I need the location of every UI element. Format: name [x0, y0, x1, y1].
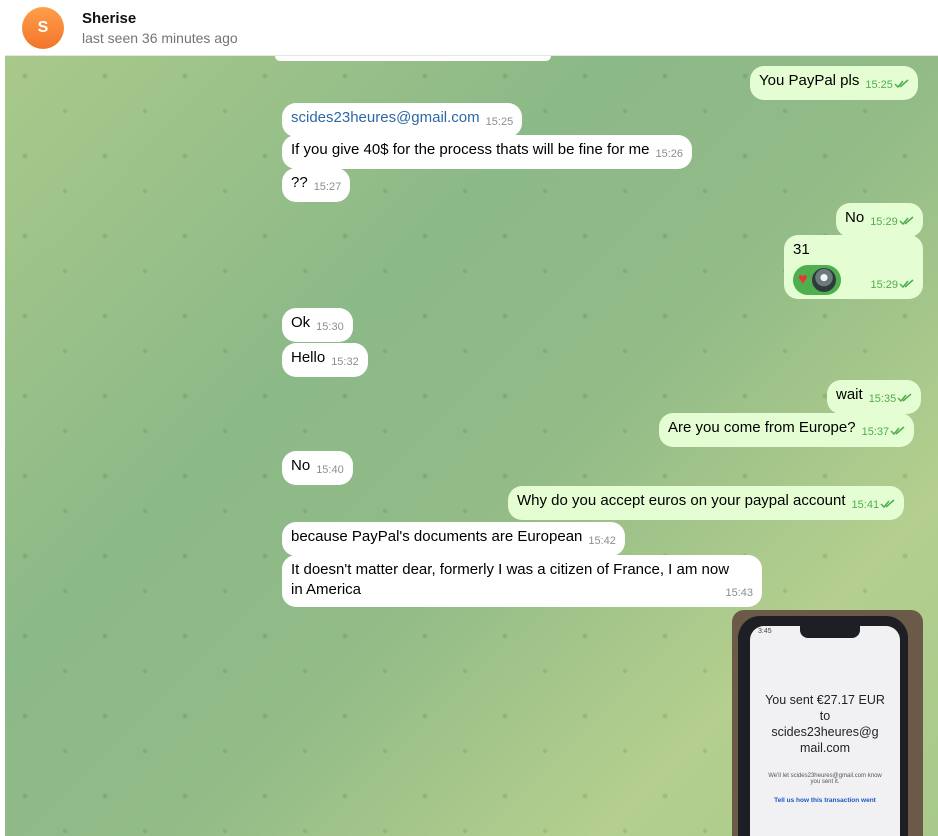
message-time: 15:30: [316, 321, 344, 333]
read-receipt-icon: [899, 216, 914, 226]
heart-reaction-icon[interactable]: ♥: [798, 271, 808, 289]
phone-screen: 3:45 You sent €27.17 EUR to scides23heur…: [750, 626, 900, 836]
read-receipt-icon: [899, 279, 914, 289]
message-bubble[interactable]: wait 15:35: [827, 380, 922, 414]
message-bubble[interactable]: ?? 15:27: [282, 168, 351, 202]
message-time: 15:35: [869, 393, 913, 405]
message-bubble[interactable]: No 15:29: [836, 203, 923, 237]
last-seen-status: last seen 36 minutes ago: [82, 30, 238, 46]
message-bubble[interactable]: Are you come from Europe? 15:37: [659, 413, 915, 447]
message-bubble[interactable]: No 15:40: [282, 451, 353, 485]
message-text: wait: [836, 386, 863, 403]
payment-confirmation-text: You sent €27.17 EUR to scides23heures@g …: [765, 693, 885, 755]
message-bubble[interactable]: If you give 40$ for the process thats wi…: [282, 135, 693, 169]
message-text: No: [291, 457, 311, 474]
message-time: 15:42: [588, 535, 616, 547]
message-time: 15:27: [313, 181, 342, 193]
message-text: It doesn't matter dear, formerly I was a…: [291, 561, 730, 598]
message-bubble[interactable]: because PayPal's documents are European 1…: [282, 522, 625, 556]
message-time: 15:32: [331, 356, 359, 368]
message-bubble[interactable]: You PayPal pls 15:25: [750, 66, 918, 100]
message-text: 31: [793, 241, 810, 258]
message-bubble[interactable]: scides23heures@gmail.com 15:25: [282, 103, 523, 137]
message-time: 15:43: [725, 587, 753, 599]
message-bubble[interactable]: Hello 15:32: [282, 343, 368, 377]
avatar[interactable]: S: [22, 7, 64, 49]
message-time: 15:26: [655, 148, 684, 160]
email-link[interactable]: scides23heures@gmail.com: [291, 109, 480, 126]
photo-message[interactable]: 3:45 You sent €27.17 EUR to scides23heur…: [732, 610, 923, 836]
read-receipt-icon: [880, 499, 895, 509]
message-text: Ok: [291, 314, 311, 331]
payment-note: We'll let scides23heures@gmail.com know y…: [768, 773, 882, 785]
message-bubble[interactable]: 31 ♥ 15:29: [784, 235, 923, 299]
message-text: Hello: [291, 349, 326, 366]
read-receipt-icon: [890, 426, 905, 436]
message-time: 15:40: [316, 464, 344, 476]
message-text: Are you come from Europe?: [668, 419, 856, 436]
user-avatar-reaction-icon: [811, 268, 836, 292]
message-text: No: [845, 209, 865, 226]
message-time: 15:29: [870, 275, 914, 295]
phone-photo: 3:45 You sent €27.17 EUR to scides23heur…: [738, 616, 908, 836]
chat-header[interactable]: S Sherise last seen 36 minutes ago: [5, 0, 938, 56]
message-time: 15:37: [862, 426, 906, 438]
message-text: ??: [291, 174, 308, 191]
message-time: 15:25: [865, 79, 909, 91]
feedback-link: Tell us how this transaction went: [774, 797, 876, 804]
message-text: Why do you accept euros on your paypal a…: [517, 492, 846, 509]
read-receipt-icon: [897, 393, 912, 403]
message-time: 15:29: [870, 216, 914, 228]
message-bubble[interactable]: Why do you accept euros on your paypal a…: [508, 486, 905, 520]
message-text: If you give 40$ for the process thats wi…: [291, 141, 650, 158]
message-time: 15:41: [852, 499, 896, 511]
message-bubble[interactable]: Ok 15:30: [282, 308, 353, 342]
reactions[interactable]: ♥: [793, 265, 841, 295]
message-text: because PayPal's documents are European: [291, 528, 583, 545]
message-list[interactable]: You PayPal pls 15:25 scides23heures@gmail…: [5, 56, 938, 836]
message-text: You PayPal pls: [759, 72, 860, 89]
message-bubble[interactable]: It doesn't matter dear, formerly I was a…: [282, 555, 762, 607]
message-time: 15:25: [485, 116, 514, 128]
read-receipt-icon: [894, 79, 909, 89]
contact-name[interactable]: Sherise: [82, 10, 136, 27]
previous-message-edge: [275, 56, 551, 61]
